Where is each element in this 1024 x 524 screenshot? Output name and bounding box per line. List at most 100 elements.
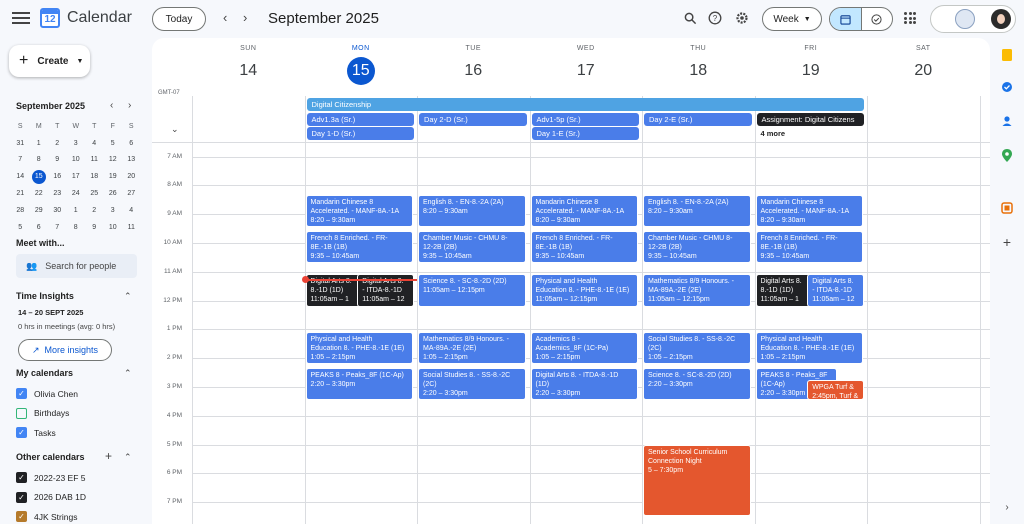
calendar-event[interactable]: Digital Arts 8. 8.-1D (1D) 11:05am – 1 (755, 274, 810, 307)
calendar-list-item[interactable]: ✓ 4JK Strings (16, 511, 77, 522)
mini-calendar-day[interactable]: 21 (11, 190, 30, 197)
office-addon-icon[interactable] (1000, 201, 1014, 215)
mini-calendar-day[interactable]: 27 (122, 190, 141, 197)
mini-calendar-day[interactable]: 3 (104, 207, 123, 214)
mini-calendar-day[interactable]: 2 (85, 207, 104, 214)
mini-calendar-day[interactable]: 25 (85, 190, 104, 197)
search-icon[interactable] (682, 10, 698, 26)
all-day-event[interactable]: Assignment: Digital Citizens (756, 112, 864, 126)
calendar-event[interactable]: Mandarin Chinese 8 Accelerated. - MANF-8A… (305, 194, 413, 228)
tasks-view-icon[interactable] (862, 8, 893, 30)
all-day-event[interactable]: Adv1.3a (Sr.) (306, 112, 414, 126)
calendar-list-item[interactable]: ✓ 2026 DAB 1D (16, 491, 86, 503)
mini-calendar-day[interactable]: 10 (104, 224, 123, 231)
calendar-event[interactable]: Mathematics 8/9 Honours. - MA-89A.-2E (2E… (418, 331, 526, 365)
mini-next-month-icon[interactable]: › (128, 100, 131, 111)
mini-calendar-day[interactable]: 11 (85, 156, 104, 163)
mini-calendar-day[interactable]: 14 (11, 173, 30, 180)
mini-calendar-day[interactable]: 16 (48, 173, 67, 180)
day-header-wed[interactable]: WED 17 (530, 38, 643, 85)
calendar-event[interactable]: Digital Arts 8. - ITDA-8.-1D (1D) 2:20 – 3… (530, 367, 638, 401)
checkbox-checked-icon[interactable]: ✓ (16, 388, 27, 399)
settings-gear-icon[interactable] (734, 10, 750, 26)
create-button[interactable]: + Create ▼ (9, 45, 90, 77)
all-day-event[interactable]: Day 1-D (Sr.) (306, 127, 414, 140)
calendar-view-icon[interactable] (830, 8, 862, 30)
day-header-sat[interactable]: SAT 20 (867, 38, 980, 85)
mini-calendar-day[interactable]: 6 (122, 140, 141, 147)
calendar-event[interactable]: Mandarin Chinese 8 Accelerated. - MANF-8A… (755, 194, 863, 228)
user-avatar[interactable] (991, 9, 1011, 29)
google-apps-icon[interactable] (904, 12, 916, 24)
calendar-event[interactable]: French 8 Enriched. - FR- 8E.-1B (1B) 9:35 … (305, 230, 413, 264)
collapse-insights-icon[interactable]: ⌃ (124, 291, 132, 302)
collapse-other-calendars-icon[interactable]: ⌃ (124, 452, 132, 463)
calendar-event[interactable]: Digital Arts 8. - ITDA-8.-1D 11:05am – 12 (807, 274, 864, 307)
day-number[interactable]: 16 (459, 57, 487, 85)
account-switcher[interactable] (930, 5, 1016, 33)
app-title[interactable]: Calendar (67, 9, 132, 27)
mini-calendar-day[interactable]: 11 (122, 224, 141, 231)
mini-calendar-day[interactable]: 18 (85, 173, 104, 180)
mini-calendar-day[interactable]: 5 (104, 140, 123, 147)
mini-calendar-day[interactable]: 7 (11, 156, 30, 163)
calendar-event[interactable]: English 8. - EN-8.-2A (2A) 8:20 – 9:30am (418, 194, 526, 228)
more-all-day-events-link[interactable]: 4 more (761, 129, 786, 138)
mini-calendar-day[interactable]: 10 (67, 156, 86, 163)
checkbox-checked-icon[interactable]: ✓ (16, 472, 27, 483)
add-other-calendar-icon[interactable]: + (105, 449, 112, 463)
mini-calendar-day[interactable]: 23 (48, 190, 67, 197)
mini-calendar-day[interactable]: 24 (67, 190, 86, 197)
day-header-thu[interactable]: THU 18 (642, 38, 755, 85)
mini-calendar-day[interactable]: 8 (30, 156, 49, 163)
calendar-list-item[interactable]: ✓ Tasks (16, 427, 56, 438)
mini-calendar-day[interactable]: 17 (67, 173, 86, 180)
checkbox-checked-icon[interactable]: ✓ (16, 427, 27, 438)
view-select-dropdown[interactable]: Week ▼ (762, 7, 822, 31)
mini-calendar-day[interactable]: 31 (11, 140, 30, 147)
search-people-input[interactable]: 👥 Search for people (16, 254, 137, 278)
calendar-event[interactable]: Social Studies 8. - SS-8.-2C (2C) 2:20 – 3… (418, 367, 526, 401)
calendar-event[interactable]: Science 8. - SC-8.-2D (2D) 11:05am – 12:1… (418, 274, 526, 307)
mini-calendar-day[interactable]: 9 (85, 224, 104, 231)
mini-calendar-day[interactable]: 28 (11, 207, 30, 214)
day-header-sun[interactable]: SUN 14 (192, 38, 305, 85)
calendar-event[interactable]: Senior School Curriculum Connection Night… (643, 444, 751, 516)
checkbox-unchecked-icon[interactable] (16, 407, 27, 419)
help-icon[interactable]: ? (707, 10, 723, 26)
calendar-list-item[interactable]: Birthdays (16, 407, 69, 419)
other-calendars-title[interactable]: Other calendars (16, 452, 85, 462)
contacts-icon[interactable] (1000, 114, 1014, 128)
mini-calendar-day[interactable]: 29 (30, 207, 49, 214)
get-addons-icon[interactable]: + (1000, 234, 1014, 250)
mini-calendar-day[interactable]: 13 (122, 156, 141, 163)
mini-calendar-day[interactable]: 22 (30, 190, 49, 197)
mini-calendar-day[interactable]: 20 (122, 173, 141, 180)
calendar-event[interactable]: Chamber Music - CHMU 8- 12-2B (2B) 9:35 – … (643, 230, 751, 264)
calendar-event[interactable]: French 8 Enriched. - FR- 8E.-1B (1B) 9:35 … (530, 230, 638, 264)
mini-calendar-day[interactable]: 15 (31, 169, 46, 184)
my-calendars-title[interactable]: My calendars (16, 368, 73, 378)
mini-calendar-day[interactable]: 26 (104, 190, 123, 197)
checkbox-checked-icon[interactable]: ✓ (16, 491, 27, 503)
checkbox-checked-icon[interactable]: ✓ (16, 511, 27, 522)
mini-calendar-day[interactable]: 3 (67, 140, 86, 147)
mini-calendar-day[interactable]: 1 (30, 140, 49, 147)
mini-calendar-day[interactable]: 7 (48, 224, 67, 231)
calendar-event[interactable]: Mathematics 8/9 Honours. - MA-89A.-2E (2E… (643, 274, 751, 307)
calendar-list-item[interactable]: ✓ Olivia Chen (16, 388, 78, 399)
mini-calendar-day[interactable]: 4 (85, 140, 104, 147)
calendar-event[interactable]: Physical and Health Education 8. - PHE-8.… (530, 274, 638, 307)
previous-week-icon[interactable]: ‹ (223, 10, 227, 25)
tasks-icon[interactable] (1000, 80, 1014, 94)
all-day-event[interactable]: Day 1-E (Sr.) (531, 127, 639, 140)
mini-calendar-day[interactable]: 4 (122, 207, 141, 214)
calendar-event[interactable]: Social Studies 8. - SS-8.-2C (2C) 1:05 – 2… (643, 331, 751, 365)
mini-calendar-day[interactable]: 6 (30, 224, 49, 231)
show-side-panel-icon[interactable]: › (1000, 500, 1014, 514)
day-number[interactable]: 19 (797, 57, 825, 85)
expand-all-day-icon[interactable]: ⌄ (171, 124, 179, 135)
mini-calendar-day[interactable]: 30 (48, 207, 67, 214)
calendar-event[interactable]: French 8 Enriched. - FR- 8E.-1B (1B) 9:35 … (755, 230, 863, 264)
all-day-event[interactable]: Day 2-E (Sr.) (644, 112, 752, 126)
